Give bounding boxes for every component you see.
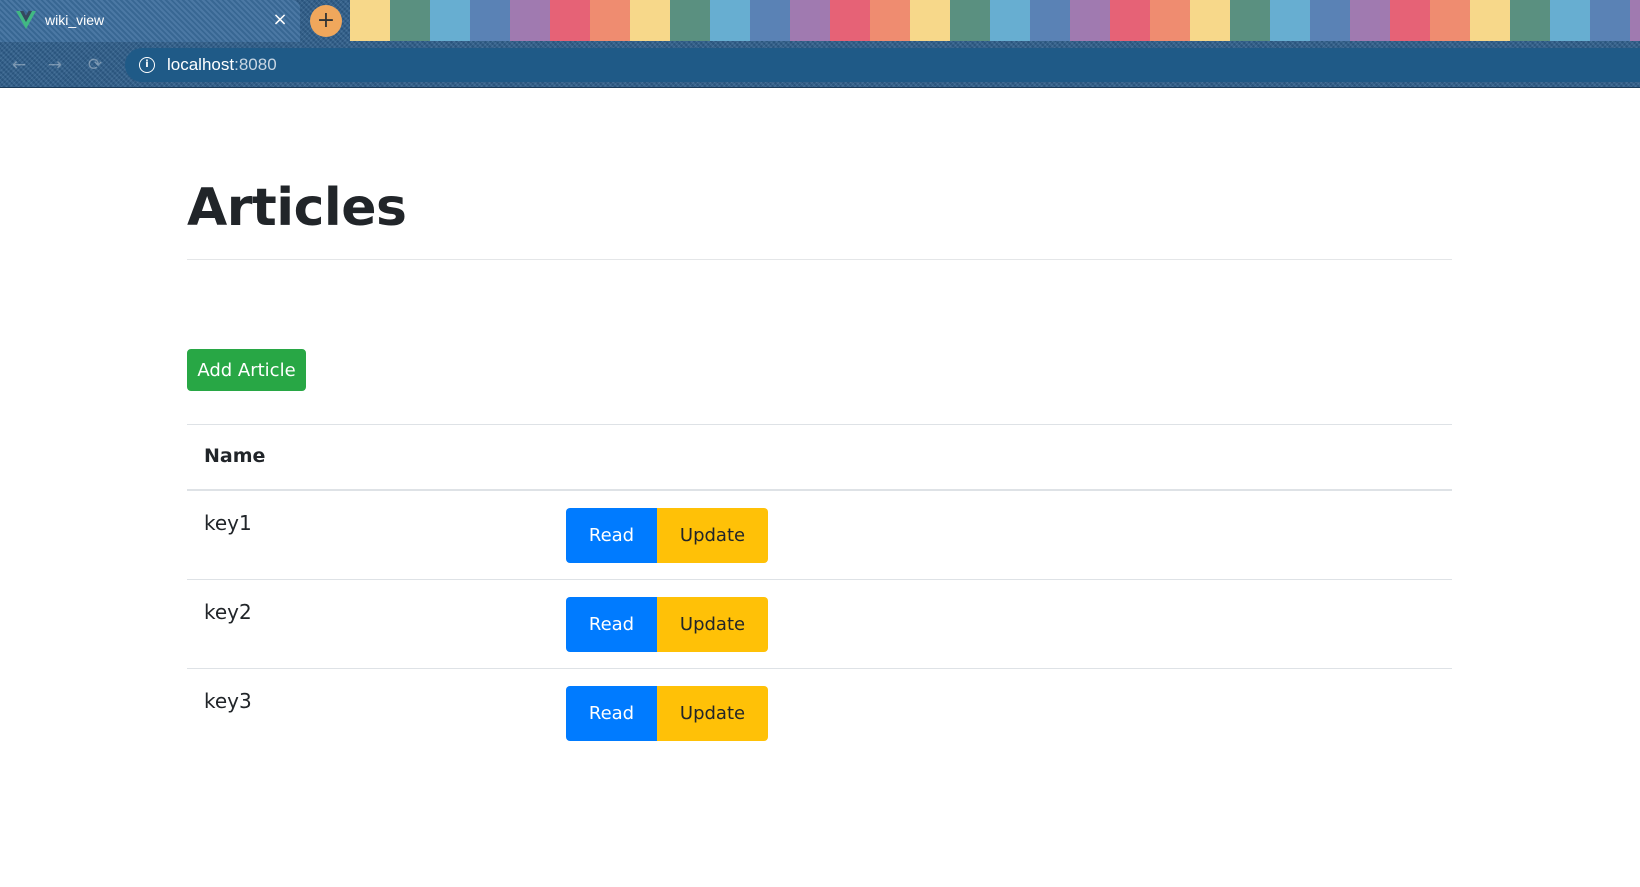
table-header-row: Name: [187, 424, 1452, 491]
address-bar[interactable]: i localhost:8080: [125, 48, 1640, 82]
vue-logo-icon: [16, 11, 36, 29]
url-text: localhost:8080: [167, 55, 277, 75]
update-button[interactable]: Update: [657, 508, 768, 563]
row-actions: Read Update: [566, 508, 768, 563]
page-title: Articles: [187, 178, 407, 238]
read-button[interactable]: Read: [566, 508, 657, 563]
browser-tab[interactable]: wiki_view ×: [0, 0, 300, 42]
tab-title: wiki_view: [45, 12, 105, 28]
table-row: key1 Read Update: [187, 491, 1452, 580]
url-host: localhost: [167, 55, 235, 74]
table-row: key3 Read Update: [187, 669, 1452, 758]
article-name: key1: [204, 511, 252, 535]
table-row: key2 Read Update: [187, 580, 1452, 669]
article-name: key2: [204, 600, 252, 624]
articles-table: Name key1 Read Update key2 Read Update k…: [187, 424, 1452, 758]
site-info-icon[interactable]: i: [139, 57, 155, 73]
read-button[interactable]: Read: [566, 686, 657, 741]
row-actions: Read Update: [566, 597, 768, 652]
browser-chrome: wiki_view × + ← → ⟳ i localhost:8080: [0, 0, 1640, 88]
title-divider: [187, 259, 1452, 260]
column-header-name: Name: [204, 445, 266, 467]
forward-arrow-icon[interactable]: →: [44, 54, 66, 76]
add-article-button[interactable]: Add Article: [187, 349, 306, 391]
read-button[interactable]: Read: [566, 597, 657, 652]
url-port: :8080: [234, 55, 277, 74]
reload-icon[interactable]: ⟳: [84, 54, 106, 76]
tab-strip: wiki_view × +: [0, 0, 1640, 42]
article-name: key3: [204, 689, 252, 713]
update-button[interactable]: Update: [657, 597, 768, 652]
tab-close-icon[interactable]: ×: [270, 10, 290, 30]
row-actions: Read Update: [566, 686, 768, 741]
update-button[interactable]: Update: [657, 686, 768, 741]
new-tab-plus-icon[interactable]: +: [310, 5, 342, 37]
tab-strip-theme-stripes: [350, 0, 1640, 41]
back-arrow-icon[interactable]: ←: [8, 54, 30, 76]
